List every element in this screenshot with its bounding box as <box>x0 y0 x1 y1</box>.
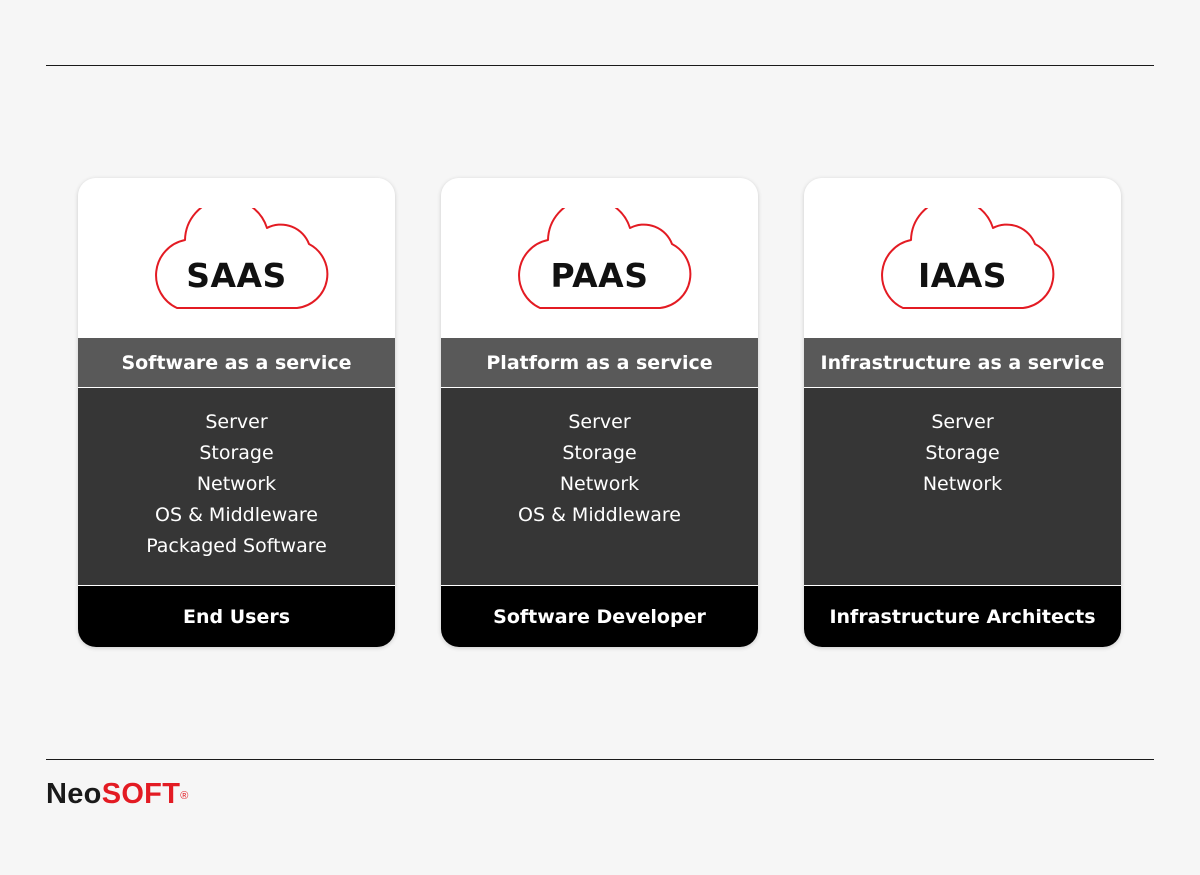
managed-component-item: Server <box>205 411 268 433</box>
logo-text-soft: SOFT <box>101 778 181 810</box>
managed-component-item: Network <box>922 473 1003 495</box>
managed-components-list: Server Storage Network OS & Middleware <box>441 388 758 586</box>
managed-component-item: Packaged Software <box>146 535 327 557</box>
managed-component-item: Storage <box>925 442 1000 464</box>
logo-text-neo: Neo <box>46 778 102 810</box>
card-saas: SAAS Software as a service Server Storage Ne… <box>78 178 395 647</box>
managed-component-item: Server <box>568 411 631 433</box>
managed-component-item: OS & Middleware <box>518 504 681 526</box>
logo-registered-mark: ® <box>180 790 189 802</box>
bottom-divider <box>46 759 1154 760</box>
target-audience: Infrastructure Architects <box>804 586 1121 647</box>
card-header-area: SAAS <box>78 178 395 338</box>
service-acronym: IAAS <box>917 256 1008 295</box>
card-paas: PAAS Platform as a service Server Storage Ne… <box>441 178 758 647</box>
service-title: Software as a service <box>78 338 395 388</box>
neosoft-logo: NeoSOFT® <box>46 778 189 810</box>
card-header-area: PAAS <box>441 178 758 338</box>
target-audience: End Users <box>78 586 395 647</box>
managed-component-item: Network <box>559 473 640 495</box>
managed-component-item: Storage <box>199 442 274 464</box>
managed-component-item: OS & Middleware <box>155 504 318 526</box>
top-divider <box>46 65 1154 66</box>
managed-components-list: Server Storage Network <box>804 388 1121 586</box>
card-header-area: IAAS <box>804 178 1121 338</box>
managed-component-item: Storage <box>562 442 637 464</box>
service-title: Infrastructure as a service <box>804 338 1121 388</box>
managed-component-item: Server <box>931 411 994 433</box>
service-acronym: SAAS <box>186 256 287 295</box>
service-acronym: PAAS <box>550 256 649 295</box>
card-iaas: IAAS Infrastructure as a service Server Sto… <box>804 178 1121 647</box>
service-model-cards: SAAS Software as a service Server Storage Ne… <box>78 178 1121 647</box>
service-title: Platform as a service <box>441 338 758 388</box>
managed-component-item: Network <box>196 473 277 495</box>
managed-components-list: Server Storage Network OS & Middleware Packa… <box>78 388 395 586</box>
target-audience: Software Developer <box>441 586 758 647</box>
